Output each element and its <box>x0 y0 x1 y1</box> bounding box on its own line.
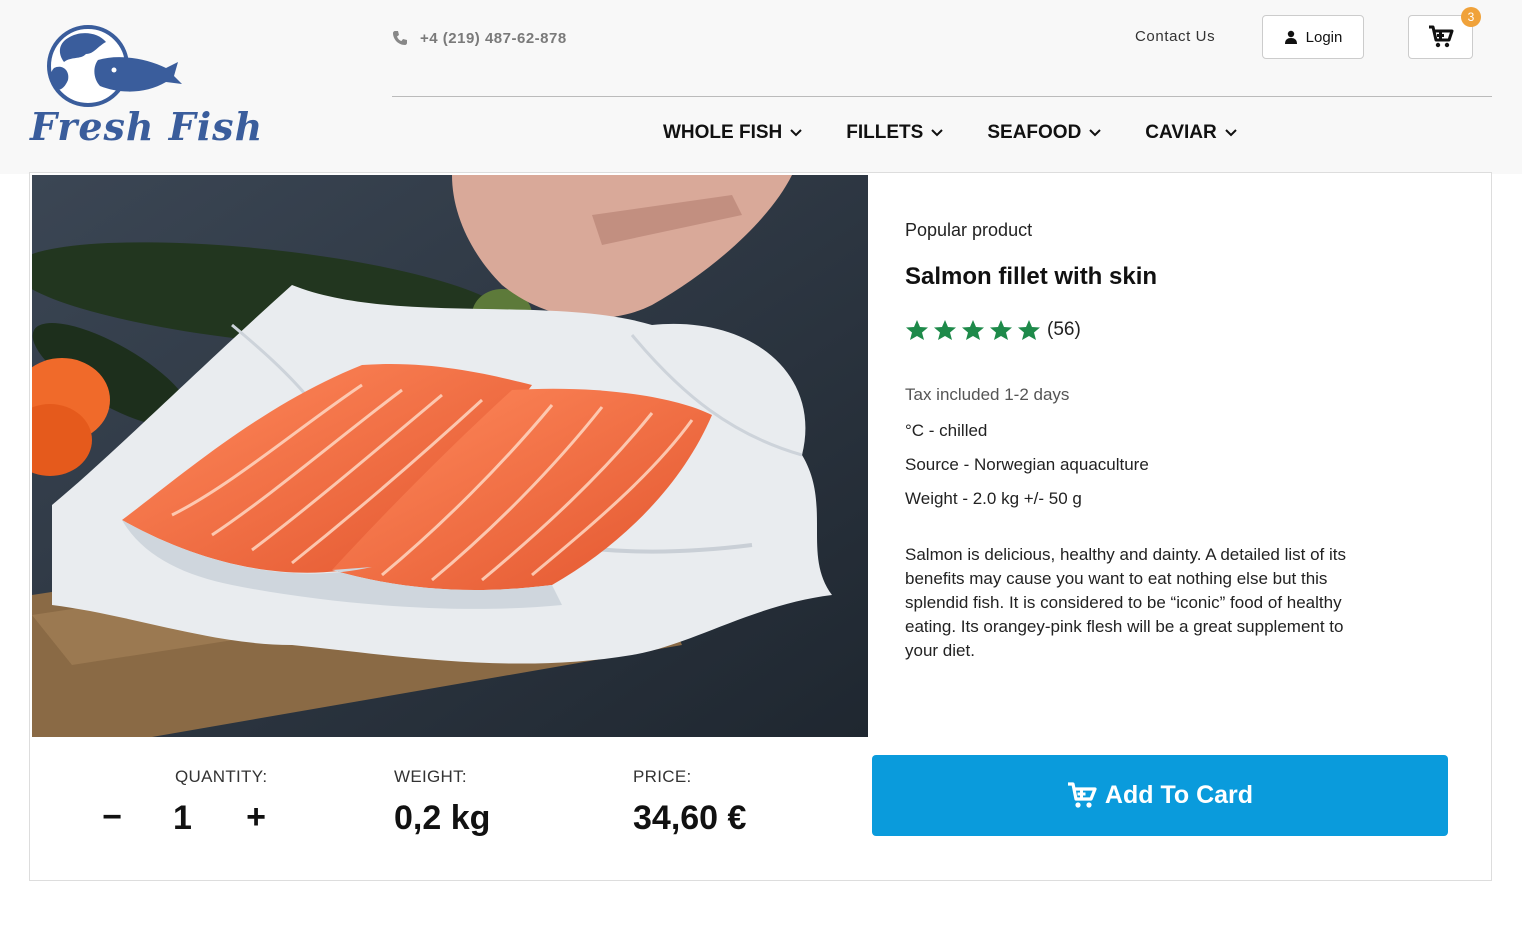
login-button[interactable]: Login <box>1262 15 1364 59</box>
phone-icon <box>393 31 407 45</box>
spec-weight: Weight - 2.0 kg +/- 50 g <box>905 489 1082 508</box>
product-card: Popular product Salmon fillet with skin … <box>29 172 1492 881</box>
user-icon <box>1284 30 1297 44</box>
cart-plus-icon <box>1067 781 1097 808</box>
spec-temperature: °C - chilled <box>905 421 988 440</box>
header-divider <box>392 96 1492 97</box>
add-to-cart-button[interactable]: Add To Card <box>872 755 1448 836</box>
rating-count: (56) <box>1047 319 1081 340</box>
nav-item-whole-fish[interactable]: WHOLE FISH <box>663 122 802 144</box>
chevron-down-icon <box>1225 129 1237 137</box>
nav-item-seafood[interactable]: SEAFOOD <box>987 122 1102 144</box>
cart-icon <box>1428 25 1453 48</box>
contact-us-link[interactable]: Contact Us <box>1135 28 1215 45</box>
page: Fresh Fish +4 (219) 487-62-878 Contact U… <box>0 0 1522 932</box>
weight-label: WEIGHT: <box>394 767 467 786</box>
product-tag: Popular product <box>905 220 1033 240</box>
chevron-down-icon <box>790 129 802 137</box>
quantity-increase-button[interactable]: + <box>241 797 271 837</box>
cart-count-badge: 3 <box>1461 7 1481 27</box>
product-rating: (56) <box>905 319 1081 341</box>
quantity-decrease-button[interactable]: − <box>97 797 127 837</box>
phone-contact[interactable]: +4 (219) 487-62-878 <box>392 28 567 48</box>
star-icon <box>1018 320 1040 340</box>
star-icon <box>962 320 984 340</box>
nav-item-fillets[interactable]: FILLETS <box>846 122 944 144</box>
star-icon <box>906 320 928 340</box>
nav-item-caviar[interactable]: CAVIAR <box>1145 122 1237 144</box>
nav-item-label: SEAFOOD <box>987 122 1082 143</box>
nav-item-label: WHOLE FISH <box>663 122 783 143</box>
brand-wordmark: Fresh Fish <box>30 104 264 149</box>
product-photo <box>32 175 868 737</box>
spec-source: Source - Norwegian aquaculture <box>905 455 1149 474</box>
product-description: Salmon is delicious, healthy and dainty.… <box>905 545 1346 660</box>
add-to-cart-label: Add To Card <box>1104 781 1254 809</box>
chevron-down-icon <box>1089 129 1102 137</box>
price-label: PRICE: <box>633 767 692 786</box>
quantity-value: 1 <box>173 799 192 837</box>
star-icon <box>934 320 956 340</box>
chevron-down-icon <box>931 129 944 137</box>
main-nav: WHOLE FISH FILLETS SEAFOOD CAVIAR <box>663 122 1281 144</box>
weight-value: 0,2 kg <box>394 799 491 837</box>
product-title: Salmon fillet with skin <box>905 263 1158 290</box>
quantity-label: QUANTITY: <box>175 767 268 786</box>
phone-number: +4 (219) 487-62-878 <box>420 29 567 47</box>
price-value: 34,60 € <box>633 799 747 837</box>
nav-item-label: CAVIAR <box>1145 122 1217 143</box>
login-label: Login <box>1305 28 1343 46</box>
site-header: Fresh Fish +4 (219) 487-62-878 Contact U… <box>0 0 1522 174</box>
tax-note: Tax included 1-2 days <box>905 385 1070 404</box>
nav-item-label: FILLETS <box>846 122 924 143</box>
star-icon <box>990 320 1012 340</box>
salmon-fillet-image <box>32 175 868 737</box>
